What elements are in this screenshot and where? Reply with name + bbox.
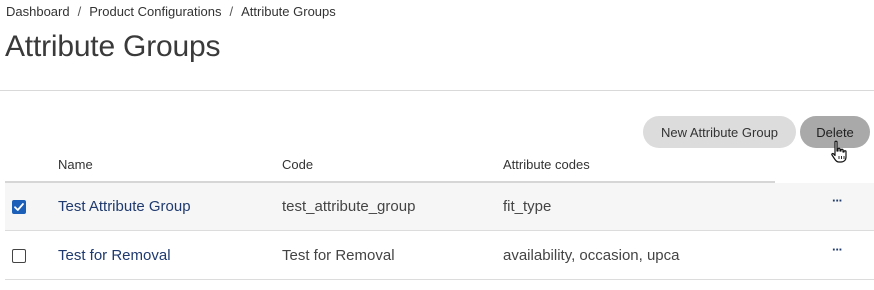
more-horizontal-icon[interactable]: ··· [829, 193, 845, 213]
column-header-code[interactable]: Code [282, 157, 313, 172]
row-name-link[interactable]: Test Attribute Group [58, 198, 191, 215]
row-attribute-codes: availability, occasion, upca [503, 247, 680, 264]
breadcrumb: Dashboard / Product Configurations / Att… [6, 4, 336, 19]
table-header: Name Code Attribute codes [0, 150, 874, 182]
table-row[interactable]: Test for Removal Test for Removal availa… [5, 232, 874, 280]
breadcrumb-dashboard[interactable]: Dashboard [6, 4, 70, 19]
row-checkbox[interactable] [12, 200, 26, 214]
breadcrumb-separator: / [229, 4, 234, 19]
column-header-name[interactable]: Name [58, 157, 93, 172]
row-name-link[interactable]: Test for Removal [58, 247, 171, 264]
row-checkbox[interactable] [12, 249, 26, 263]
breadcrumb-separator: / [77, 4, 82, 19]
more-horizontal-icon[interactable]: ··· [829, 242, 845, 262]
column-header-attribute-codes[interactable]: Attribute codes [503, 157, 590, 172]
breadcrumb-product-configurations[interactable]: Product Configurations [89, 4, 221, 19]
row-code: test_attribute_group [282, 198, 416, 215]
row-attribute-codes: fit_type [503, 198, 552, 215]
new-attribute-group-button[interactable]: New Attribute Group [643, 116, 796, 148]
page-title: Attribute Groups [5, 30, 221, 63]
checkmark-icon [14, 203, 24, 211]
table-row[interactable]: Test Attribute Group test_attribute_grou… [5, 183, 874, 231]
header-divider [0, 90, 874, 91]
breadcrumb-attribute-groups[interactable]: Attribute Groups [241, 4, 336, 19]
row-code: Test for Removal [282, 247, 395, 264]
